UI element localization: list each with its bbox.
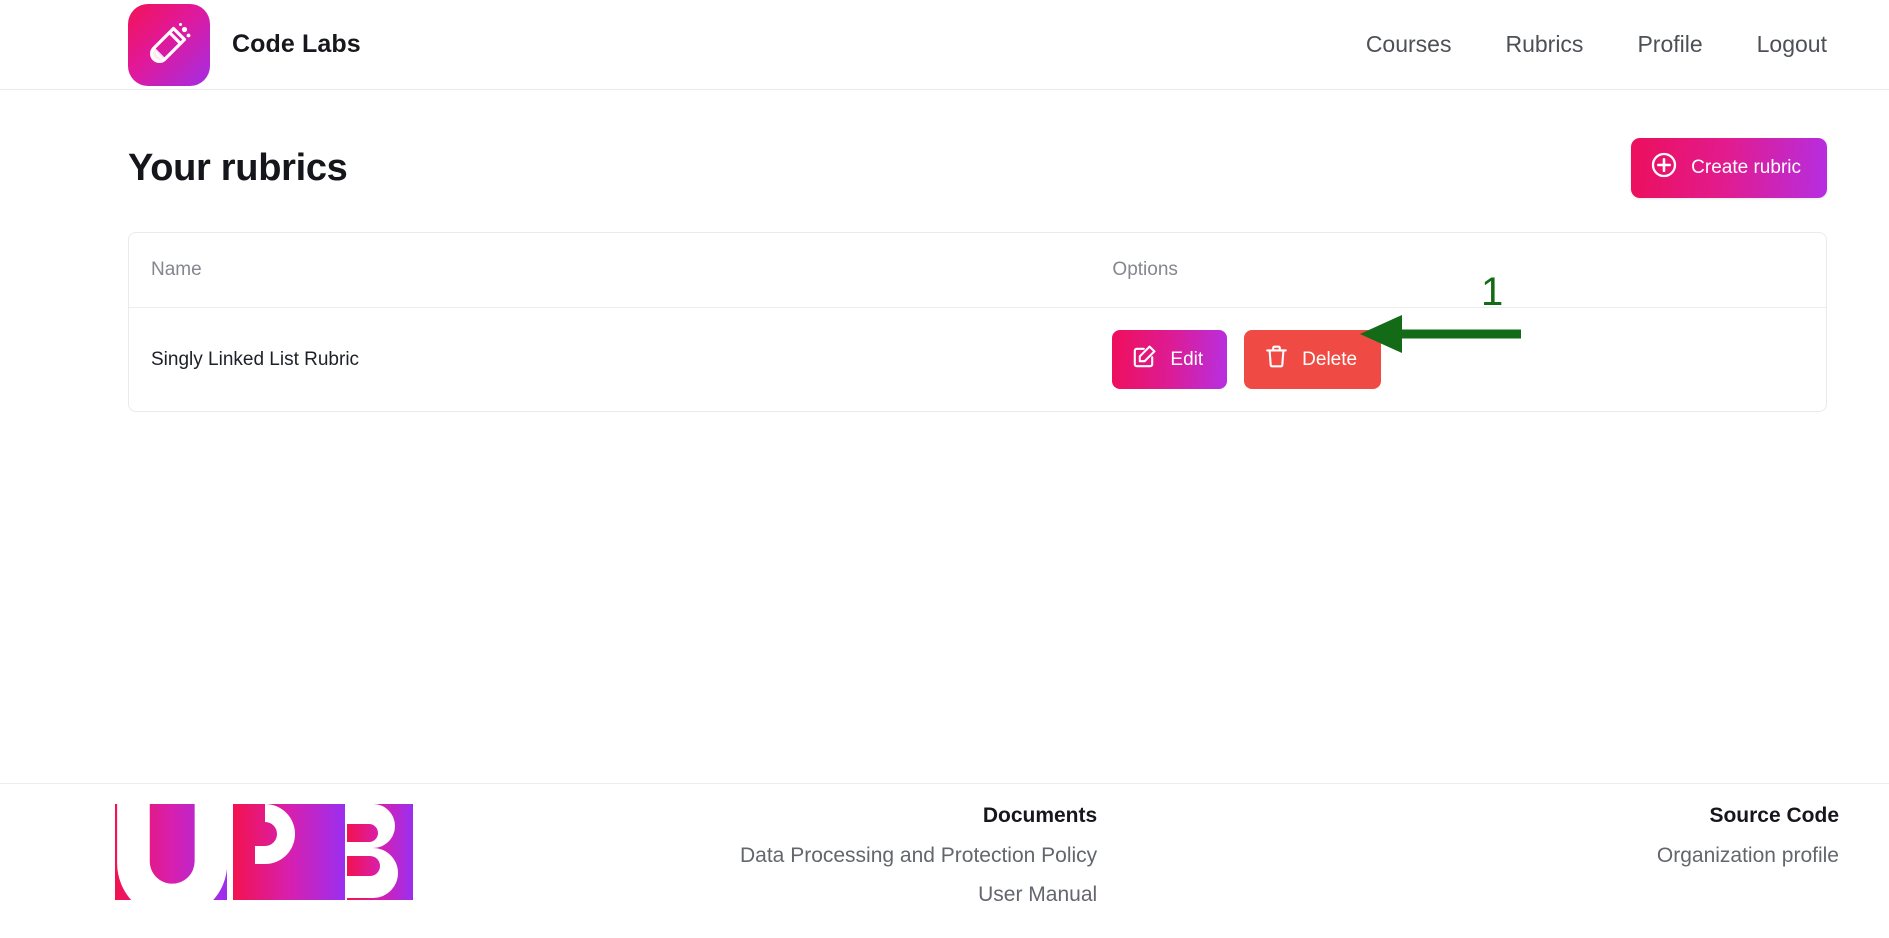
- nav-item-profile[interactable]: Profile: [1637, 31, 1702, 58]
- app-footer: Documents Data Processing and Protection…: [0, 783, 1889, 938]
- create-rubric-button[interactable]: Create rubric: [1631, 138, 1827, 198]
- footer-columns: Documents Data Processing and Protection…: [410, 784, 1839, 922]
- rubrics-table-card: Name Options Singly Linked List Rubric E…: [128, 232, 1827, 412]
- brand: Code Labs: [128, 3, 361, 86]
- app-header: Code Labs Courses Rubrics Profile Logout: [0, 0, 1889, 90]
- delete-label: Delete: [1302, 348, 1358, 370]
- footer-source-code-title: Source Code: [1709, 804, 1839, 827]
- upb-logo: [115, 784, 413, 907]
- footer-link-organization-profile[interactable]: Organization profile: [1657, 844, 1839, 868]
- footer-link-user-manual[interactable]: User Manual: [978, 883, 1097, 907]
- rubrics-table: Name Options Singly Linked List Rubric E…: [129, 233, 1826, 411]
- brand-name: Code Labs: [232, 30, 361, 58]
- nav-item-rubrics[interactable]: Rubrics: [1505, 31, 1583, 58]
- footer-column-source-code: Source Code Organization profile: [1657, 804, 1839, 922]
- table-body: Singly Linked List Rubric Edit Delete: [129, 308, 1826, 412]
- main-nav: Courses Rubrics Profile Logout: [1366, 31, 1827, 58]
- edit-label: Edit: [1170, 348, 1204, 370]
- main-content: Your rubrics Create rubric Name Options: [0, 90, 1889, 412]
- table-head: Name Options: [129, 233, 1826, 308]
- plus-circle-icon: [1651, 152, 1677, 184]
- edit-button[interactable]: Edit: [1112, 330, 1228, 389]
- column-header-name: Name: [129, 233, 1091, 308]
- row-actions: Edit Delete: [1112, 330, 1804, 389]
- table-header-row: Name Options: [129, 233, 1826, 308]
- footer-documents-title: Documents: [982, 804, 1098, 827]
- column-header-options: Options: [1090, 233, 1826, 308]
- delete-button[interactable]: Delete: [1244, 330, 1382, 389]
- rubric-name-cell: Singly Linked List Rubric: [151, 348, 360, 370]
- create-rubric-label: Create rubric: [1691, 157, 1801, 178]
- pencil-square-icon: [1132, 344, 1157, 375]
- page-title: Your rubrics: [128, 146, 348, 189]
- nav-item-logout[interactable]: Logout: [1757, 31, 1827, 58]
- footer-column-documents: Documents Data Processing and Protection…: [740, 804, 1097, 922]
- table-row: Singly Linked List Rubric Edit Delete: [129, 308, 1826, 412]
- footer-link-data-policy[interactable]: Data Processing and Protection Policy: [740, 844, 1097, 868]
- trash-icon: [1264, 344, 1289, 375]
- page-header: Your rubrics Create rubric: [128, 90, 1827, 198]
- test-tube-icon: [128, 3, 210, 86]
- nav-item-courses[interactable]: Courses: [1366, 31, 1452, 58]
- rubric-options-cell: Edit Delete: [1090, 308, 1826, 412]
